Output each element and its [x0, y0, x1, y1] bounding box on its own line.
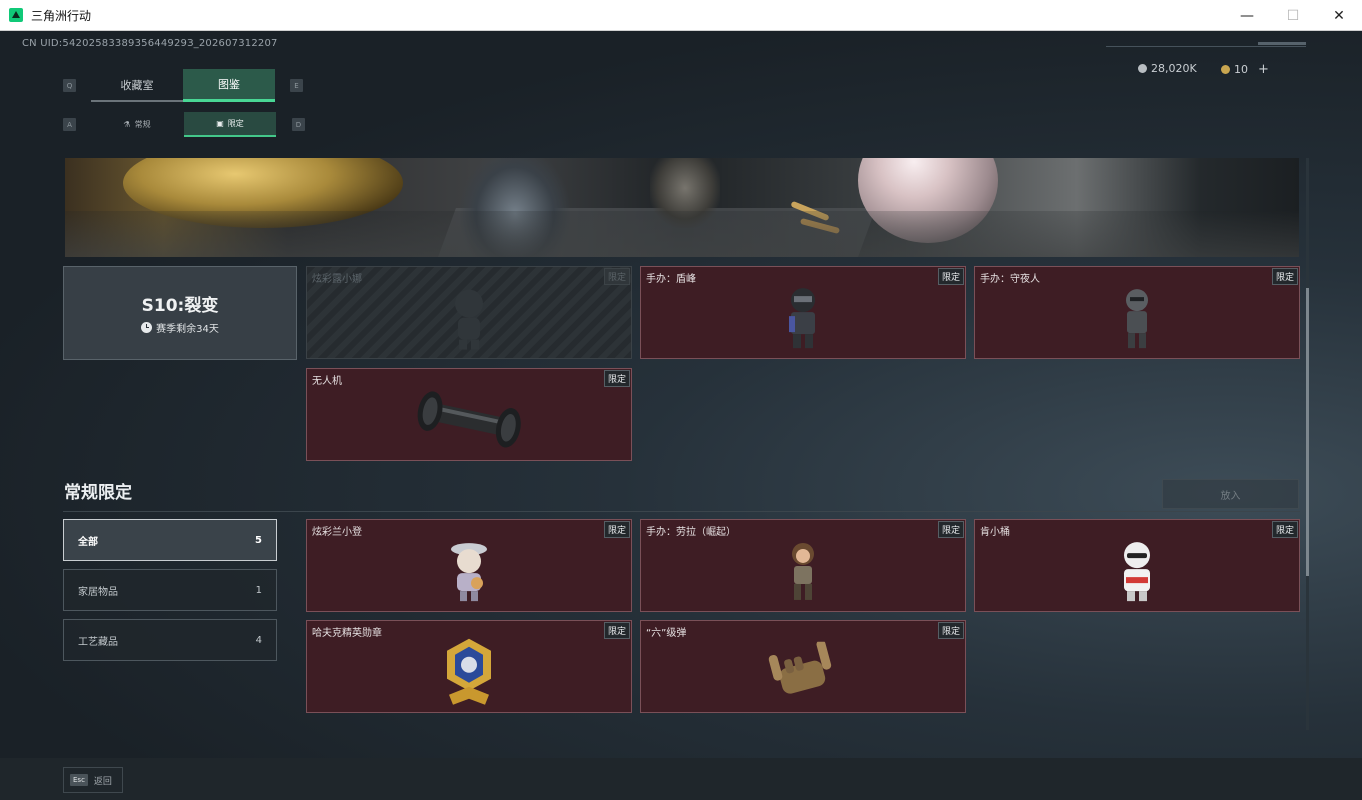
limited-badge: 限定 [603, 521, 630, 538]
lan-xiaodeng-figure-icon [451, 542, 487, 601]
item-name: 手办：劳拉（崛起） [646, 527, 736, 538]
tab-collection-room[interactable]: 收藏室 [91, 69, 183, 102]
subtab-limited-label: 限定 [227, 119, 244, 128]
content-scrollbar-thumb[interactable] [1306, 288, 1309, 576]
subtab-regular[interactable]: ⚗ 常规 [91, 112, 183, 137]
item-card-locked[interactable]: 炫彩露小娜 限定 [306, 266, 632, 359]
filter-count: 1 [255, 584, 262, 596]
section-divider [63, 511, 1300, 512]
filter-all[interactable]: 全部 5 [63, 519, 277, 561]
back-button[interactable]: Esc 返回 [63, 767, 123, 793]
filter-home-items[interactable]: 家居物品 1 [63, 569, 277, 611]
shield-peak-figure-icon [789, 287, 815, 348]
item-name: “六”级弹 [646, 628, 687, 639]
item-card[interactable]: 炫彩兰小登 限定 [306, 519, 632, 612]
item-card[interactable]: 手办：劳拉（崛起） 限定 [640, 519, 966, 612]
player-uid: CN UID:5420258338935644929З_202607312207 [22, 38, 278, 49]
header-divider [1106, 46, 1306, 47]
silver-currency: 28,020K [1138, 62, 1197, 75]
item-name: 手办：盾峰 [646, 274, 696, 285]
back-label: 返回 [93, 776, 112, 787]
item-card[interactable]: “六”级弹 限定 [640, 620, 966, 713]
locked-figure-silhouette-icon [455, 289, 483, 350]
item-name: 手办：守夜人 [980, 274, 1040, 285]
drone-icon [417, 390, 521, 447]
tab-catalog[interactable]: 图鉴 [183, 69, 275, 102]
item-card[interactable]: 无人机 限定 [306, 368, 632, 461]
season-remaining-text: 赛季剩余34天 [156, 324, 219, 335]
season-remaining: 赛季剩余34天 [141, 320, 219, 335]
flask-icon: ⚗ [123, 120, 131, 129]
item-name: 无人机 [312, 376, 342, 387]
window-titlebar: 三角洲行动 — ☐ ✕ [0, 0, 1362, 31]
silver-coin-icon [1138, 64, 1147, 73]
image-icon: ▣ [216, 119, 224, 128]
item-card[interactable]: 手办：守夜人 限定 [974, 266, 1300, 359]
delta-logo-icon [9, 8, 23, 22]
gold-coin-icon [1221, 65, 1230, 74]
six-grade-bullet-hand-icon [768, 641, 832, 694]
item-name: 哈夫克精英勋章 [312, 628, 382, 639]
filter-label: 全部 [78, 536, 98, 548]
put-in-button[interactable]: 放入 [1162, 479, 1299, 509]
filter-count: 5 [255, 534, 262, 546]
filter-label: 家居物品 [78, 586, 118, 598]
filter-crafts[interactable]: 工艺藏品 4 [63, 619, 277, 661]
limited-badge: 限定 [937, 268, 964, 285]
limited-badge: 限定 [937, 521, 964, 538]
item-card[interactable]: 哈夫克精英勋章 限定 [306, 620, 632, 713]
subtab-limited[interactable]: ▣ 限定 [184, 112, 276, 137]
item-name: 肯小桶 [980, 527, 1010, 538]
limited-badge: 限定 [1271, 521, 1298, 538]
maximize-button[interactable]: ☐ [1270, 0, 1316, 31]
ken-bucket-figure-icon [1124, 541, 1150, 601]
silver-amount: 28,020K [1151, 62, 1197, 75]
limited-badge: 限定 [1271, 268, 1298, 285]
subtab-regular-label: 常规 [134, 120, 151, 129]
gold-currency: 10 + [1221, 62, 1269, 77]
filter-label: 工艺藏品 [78, 636, 118, 648]
limited-badge: 限定 [937, 622, 964, 639]
item-name: 炫彩露小娜 [312, 274, 362, 285]
filter-count: 4 [255, 634, 262, 646]
esc-key-hint: Esc [70, 774, 88, 786]
item-card[interactable]: 手办：盾峰 限定 [640, 266, 966, 359]
key-hint-d: D [292, 118, 305, 131]
key-hint-e: E [290, 79, 303, 92]
key-hint-a: A [63, 118, 76, 131]
haavk-elite-medal-icon [447, 638, 491, 705]
close-button[interactable]: ✕ [1316, 0, 1362, 31]
add-gold-button[interactable]: + [1258, 62, 1269, 77]
section-title-regular-limited: 常规限定 [64, 483, 132, 503]
lara-figure-icon [792, 542, 814, 600]
clock-icon [141, 322, 153, 333]
banner-floor [65, 211, 1299, 257]
header-decoration [1258, 42, 1306, 45]
game-viewport: CN UID:5420258338935644929З_202607312207… [0, 31, 1362, 800]
minimize-button[interactable]: — [1224, 0, 1270, 31]
season-banner-image [65, 158, 1299, 257]
bottom-bar [0, 758, 1362, 800]
item-name: 炫彩兰小登 [312, 527, 362, 538]
night-watchman-figure-icon [1126, 288, 1148, 348]
gold-amount: 10 [1234, 63, 1248, 76]
limited-badge: 限定 [603, 370, 630, 387]
season-title: S10:裂变 [141, 296, 219, 316]
season-info-card: S10:裂变 赛季剩余34天 [63, 266, 297, 360]
item-card[interactable]: 肯小桶 限定 [974, 519, 1300, 612]
limited-badge: 限定 [603, 268, 630, 285]
window-title: 三角洲行动 [31, 8, 92, 23]
key-hint-q: Q [63, 79, 76, 92]
limited-badge: 限定 [603, 622, 630, 639]
